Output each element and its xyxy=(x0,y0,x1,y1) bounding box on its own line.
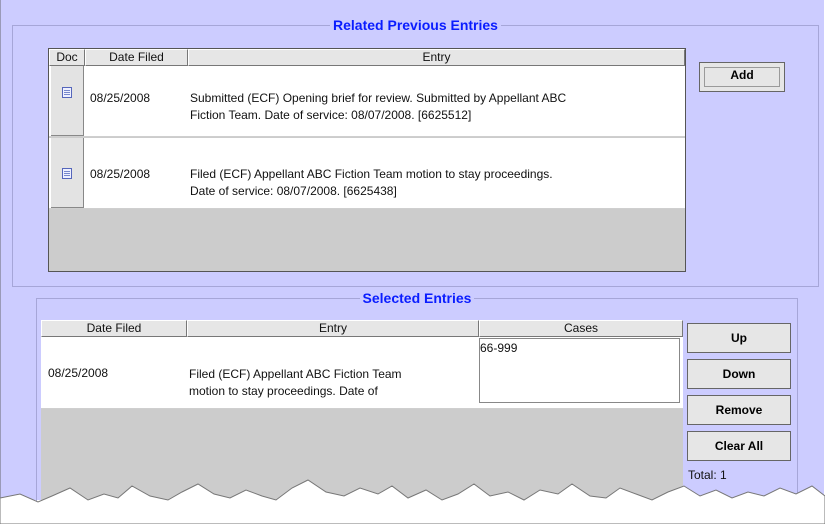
column-header-date-filed[interactable]: Date Filed xyxy=(41,320,187,337)
row-entry-line1: Filed (ECF) Appellant ABC Fiction Team xyxy=(189,367,402,381)
document-icon xyxy=(62,168,72,179)
column-header-entry[interactable]: Entry xyxy=(187,320,479,337)
table-row[interactable]: 08/25/2008 Submitted (ECF) Opening brief… xyxy=(49,66,685,137)
column-header-date-filed[interactable]: Date Filed xyxy=(85,49,188,66)
selected-entries-title: Selected Entries xyxy=(362,290,472,306)
row-date-filed: 08/25/2008 xyxy=(48,366,109,380)
cases-text-area[interactable]: 66-999 xyxy=(479,338,680,403)
row-entry-line2: motion to stay proceedings. Date of xyxy=(189,384,378,398)
cases-value: 66-999 xyxy=(480,341,518,355)
row-entry-line1: Filed (ECF) Appellant ABC Fiction Team m… xyxy=(190,167,553,181)
open-document-button[interactable] xyxy=(51,138,84,208)
column-header-entry[interactable]: Entry xyxy=(188,49,685,66)
row-date-filed: 08/25/2008 xyxy=(90,91,151,105)
up-button[interactable]: Up xyxy=(687,323,791,353)
table-row[interactable]: 08/25/2008 Filed (ECF) Appellant ABC Fic… xyxy=(49,138,685,209)
table-row[interactable]: 08/25/2008 Filed (ECF) Appellant ABC Fic… xyxy=(41,337,683,409)
add-button[interactable]: Add xyxy=(699,62,785,92)
column-header-doc[interactable]: Doc xyxy=(49,49,85,66)
related-previous-entries-title: Related Previous Entries xyxy=(333,17,498,33)
down-button[interactable]: Down xyxy=(687,359,791,389)
entries-panel: Related Previous Entries Doc Date Filed … xyxy=(0,0,824,520)
row-entry-line2: Date of service: 08/07/2008. [6625438] xyxy=(190,184,397,198)
document-icon xyxy=(62,87,72,98)
related-entries-table: Doc Date Filed Entry 08/25/2008 Submitte… xyxy=(48,48,686,272)
row-entry-line2: Fiction Team. Date of service: 08/07/200… xyxy=(190,108,472,122)
row-entry-line1: Submitted (ECF) Opening brief for review… xyxy=(190,91,567,105)
torn-edge xyxy=(0,479,825,524)
row-date-filed: 08/25/2008 xyxy=(90,167,151,181)
remove-button[interactable]: Remove xyxy=(687,395,791,425)
column-header-cases[interactable]: Cases xyxy=(479,320,683,337)
open-document-button[interactable] xyxy=(51,66,84,136)
clear-all-button[interactable]: Clear All xyxy=(687,431,791,461)
